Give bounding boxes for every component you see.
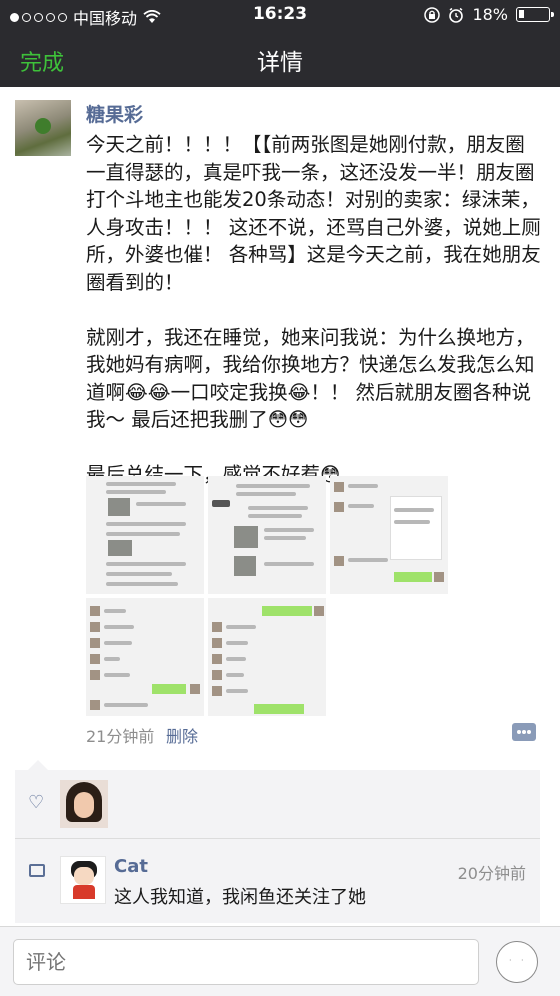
post-image[interactable]: [86, 598, 204, 716]
comment-text[interactable]: 这人我知道，我闲鱼还关注了她: [114, 883, 366, 909]
commenter-avatar[interactable]: [60, 856, 106, 904]
heart-icon: ♡: [28, 792, 45, 813]
post-image[interactable]: [208, 476, 326, 594]
battery-level: [519, 10, 524, 18]
battery-percent: 18%: [472, 5, 508, 24]
comment-time: 20分钟前: [457, 864, 526, 883]
lock-icon: [424, 6, 441, 23]
post-image[interactable]: [208, 598, 326, 716]
top-bar: 中国移动 16:23 18% 完成 详情: [0, 0, 560, 87]
page-title: 详情: [257, 50, 303, 76]
comment-input-bar: ··: [0, 926, 560, 996]
post-image[interactable]: [330, 476, 448, 594]
post-text: 今天之前！！！！【【前两张图是她刚付款，朋友圈一直得瑟的，真是吓我一条，这还没发…: [86, 133, 541, 486]
alarm-icon: [449, 7, 464, 23]
comment-icon: [29, 864, 45, 877]
status-bar: 中国移动 16:23 18%: [0, 0, 560, 30]
emoji-icon[interactable]: · ·: [496, 941, 538, 983]
author-name[interactable]: 糖果彩: [86, 100, 143, 127]
status-right: 18%: [424, 5, 554, 24]
commenter-name[interactable]: Cat: [114, 856, 148, 877]
delete-link[interactable]: 删除: [166, 723, 198, 747]
battery-icon: [516, 7, 554, 22]
comment-input[interactable]: [13, 939, 479, 985]
divider: [15, 838, 540, 839]
post-time: 21分钟前: [86, 727, 155, 746]
comment-action-icon[interactable]: [512, 723, 536, 741]
post-image[interactable]: [86, 476, 204, 594]
author-avatar[interactable]: [15, 100, 71, 156]
liker-avatar[interactable]: [60, 780, 108, 828]
likes-notch: [28, 760, 48, 770]
